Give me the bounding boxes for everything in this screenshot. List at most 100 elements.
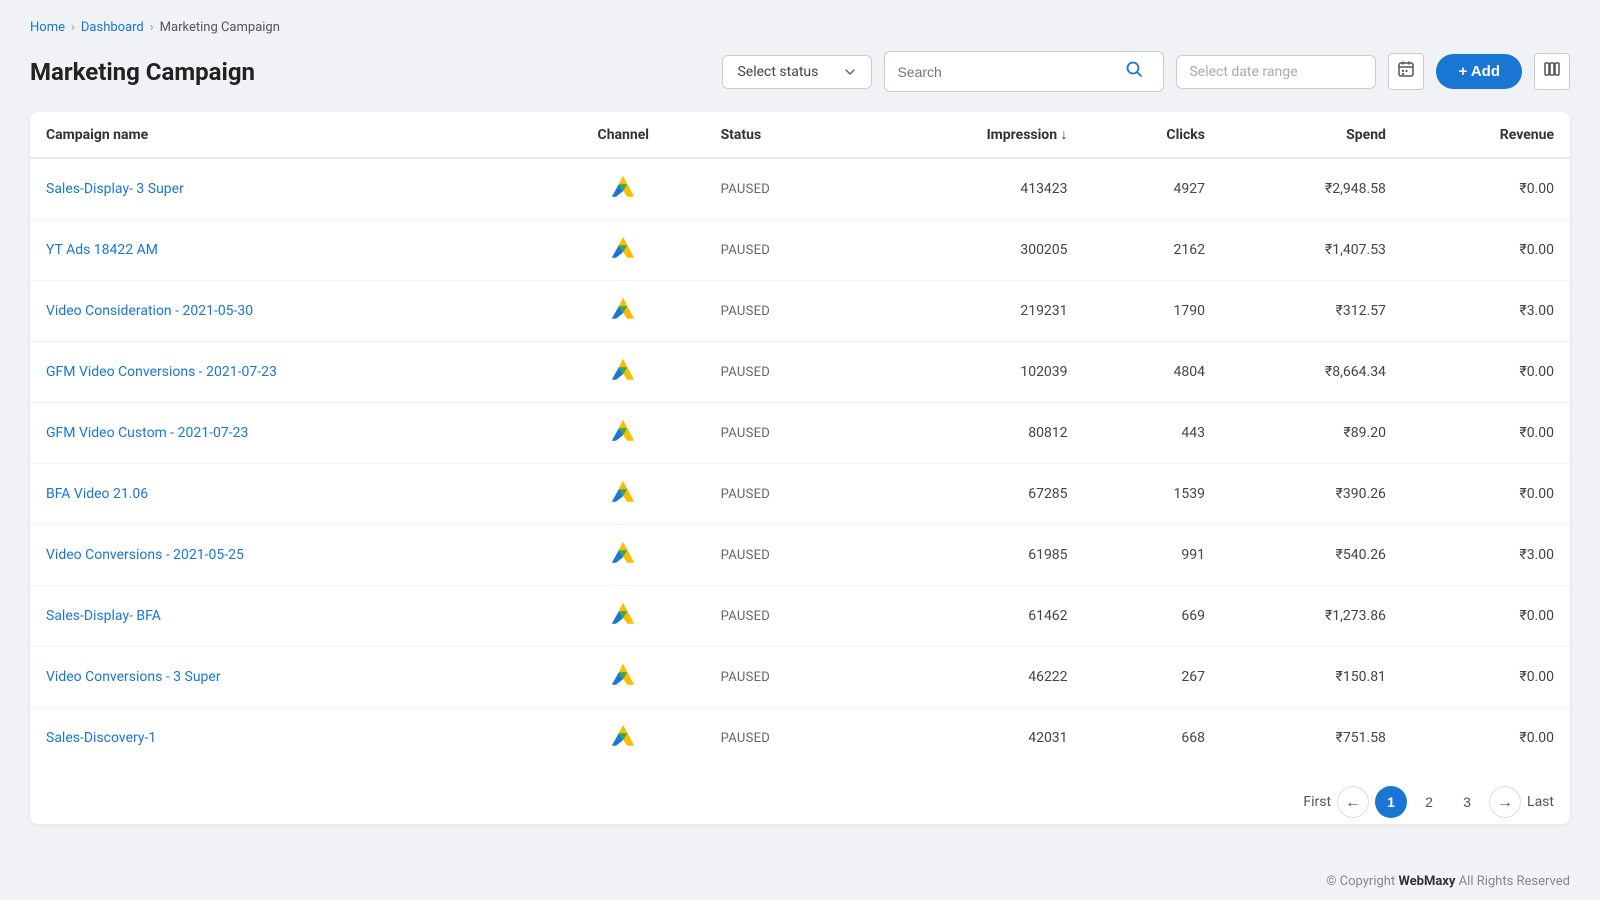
cell-impression: 61462	[863, 586, 1083, 647]
cell-channel	[542, 708, 705, 769]
status-text: PAUSED	[721, 548, 771, 563]
cell-clicks: 4927	[1084, 158, 1221, 220]
breadcrumb-current: Marketing Campaign	[160, 20, 280, 35]
columns-icon[interactable]	[1534, 53, 1570, 90]
cell-spend: ₹751.58	[1221, 708, 1402, 769]
cell-impression: 300205	[863, 220, 1083, 281]
breadcrumb-home[interactable]: Home	[30, 20, 65, 35]
status-text: PAUSED	[721, 609, 771, 624]
pagination-prev[interactable]: ←	[1337, 786, 1369, 818]
cell-name[interactable]: YT Ads 18422 AM	[30, 220, 542, 281]
google-ads-icon	[609, 478, 637, 506]
campaign-table: Campaign name Channel Status Impression …	[30, 112, 1570, 768]
pagination: First ← 1 2 3 → Last	[30, 768, 1570, 824]
campaign-link[interactable]: Sales-Display- 3 Super	[46, 181, 184, 197]
cell-impression: 46222	[863, 647, 1083, 708]
pagination-page-2[interactable]: 2	[1413, 786, 1445, 818]
status-text: PAUSED	[721, 670, 771, 685]
pagination-page-1[interactable]: 1	[1375, 786, 1407, 818]
cell-spend: ₹312.57	[1221, 281, 1402, 342]
campaign-link[interactable]: Video Conversions - 3 Super	[46, 669, 221, 685]
campaign-link[interactable]: Video Consideration - 2021-05-30	[46, 303, 253, 319]
status-text: PAUSED	[721, 182, 771, 197]
cell-spend: ₹390.26	[1221, 464, 1402, 525]
status-text: PAUSED	[721, 243, 771, 258]
cell-revenue: ₹0.00	[1402, 708, 1570, 769]
google-ads-icon	[609, 295, 637, 323]
cell-name[interactable]: GFM Video Conversions - 2021-07-23	[30, 342, 542, 403]
cell-name[interactable]: BFA Video 21.06	[30, 464, 542, 525]
cell-impression: 413423	[863, 158, 1083, 220]
cell-channel	[542, 342, 705, 403]
google-ads-icon	[609, 539, 637, 567]
cell-name[interactable]: Video Conversions - 2021-05-25	[30, 525, 542, 586]
campaign-link[interactable]: YT Ads 18422 AM	[46, 242, 158, 258]
cell-status: PAUSED	[705, 342, 864, 403]
google-ads-icon	[609, 356, 637, 384]
cell-revenue: ₹0.00	[1402, 464, 1570, 525]
google-ads-icon	[609, 600, 637, 628]
cell-status: PAUSED	[705, 464, 864, 525]
cell-revenue: ₹0.00	[1402, 342, 1570, 403]
campaign-link[interactable]: GFM Video Conversions - 2021-07-23	[46, 364, 277, 380]
table-row: YT Ads 18422 AM PAUSED 300205 2162 ₹1,40…	[30, 220, 1570, 281]
pagination-last[interactable]: Last	[1527, 794, 1554, 810]
cell-spend: ₹540.26	[1221, 525, 1402, 586]
cell-channel	[542, 281, 705, 342]
cell-clicks: 4804	[1084, 342, 1221, 403]
col-header-impression[interactable]: Impression ↓	[863, 112, 1083, 158]
table-row: GFM Video Custom - 2021-07-23 PAUSED 808…	[30, 403, 1570, 464]
cell-name[interactable]: Sales-Display- BFA	[30, 586, 542, 647]
col-header-revenue: Revenue	[1402, 112, 1570, 158]
cell-clicks: 669	[1084, 586, 1221, 647]
google-ads-icon	[609, 173, 637, 201]
google-ads-icon	[609, 417, 637, 445]
status-text: PAUSED	[721, 426, 771, 441]
campaign-link[interactable]: GFM Video Custom - 2021-07-23	[46, 425, 248, 441]
search-input[interactable]	[897, 64, 1117, 80]
google-ads-icon	[609, 722, 637, 750]
col-header-clicks: Clicks	[1084, 112, 1221, 158]
cell-status: PAUSED	[705, 586, 864, 647]
status-select[interactable]: Select status	[722, 55, 872, 89]
cell-revenue: ₹3.00	[1402, 281, 1570, 342]
calendar-icon[interactable]	[1388, 53, 1424, 90]
pagination-next[interactable]: →	[1489, 786, 1521, 818]
breadcrumb-dashboard[interactable]: Dashboard	[81, 20, 144, 35]
search-icon	[1125, 60, 1143, 83]
cell-revenue: ₹0.00	[1402, 403, 1570, 464]
campaign-link[interactable]: BFA Video 21.06	[46, 486, 148, 502]
campaign-link[interactable]: Video Conversions - 2021-05-25	[46, 547, 244, 563]
breadcrumb-sep-2: ›	[150, 20, 154, 35]
search-box	[884, 51, 1164, 92]
table-row: Video Conversions - 3 Super PAUSED 46222…	[30, 647, 1570, 708]
cell-status: PAUSED	[705, 525, 864, 586]
campaign-link[interactable]: Sales-Display- BFA	[46, 608, 161, 624]
add-button[interactable]: + Add	[1436, 54, 1522, 89]
cell-name[interactable]: Sales-Discovery-1	[30, 708, 542, 769]
cell-status: PAUSED	[705, 403, 864, 464]
cell-name[interactable]: GFM Video Custom - 2021-07-23	[30, 403, 542, 464]
campaign-link[interactable]: Sales-Discovery-1	[46, 730, 156, 746]
cell-name[interactable]: Sales-Display- 3 Super	[30, 158, 542, 220]
pagination-first[interactable]: First	[1303, 794, 1331, 810]
status-select-label: Select status	[737, 64, 835, 80]
cell-name[interactable]: Video Consideration - 2021-05-30	[30, 281, 542, 342]
chevron-down-icon	[843, 65, 857, 79]
cell-revenue: ₹0.00	[1402, 220, 1570, 281]
cell-name[interactable]: Video Conversions - 3 Super	[30, 647, 542, 708]
add-label: + Add	[1458, 63, 1500, 80]
cell-channel	[542, 525, 705, 586]
cell-revenue: ₹0.00	[1402, 647, 1570, 708]
cell-clicks: 443	[1084, 403, 1221, 464]
cell-revenue: ₹3.00	[1402, 525, 1570, 586]
date-range-box[interactable]: Select date range	[1176, 55, 1376, 89]
cell-channel	[542, 586, 705, 647]
table-row: Sales-Display- 3 Super PAUSED 413423 492…	[30, 158, 1570, 220]
cell-status: PAUSED	[705, 281, 864, 342]
col-header-spend: Spend	[1221, 112, 1402, 158]
cell-revenue: ₹0.00	[1402, 158, 1570, 220]
pagination-page-3[interactable]: 3	[1451, 786, 1483, 818]
cell-channel	[542, 403, 705, 464]
cell-clicks: 1790	[1084, 281, 1221, 342]
